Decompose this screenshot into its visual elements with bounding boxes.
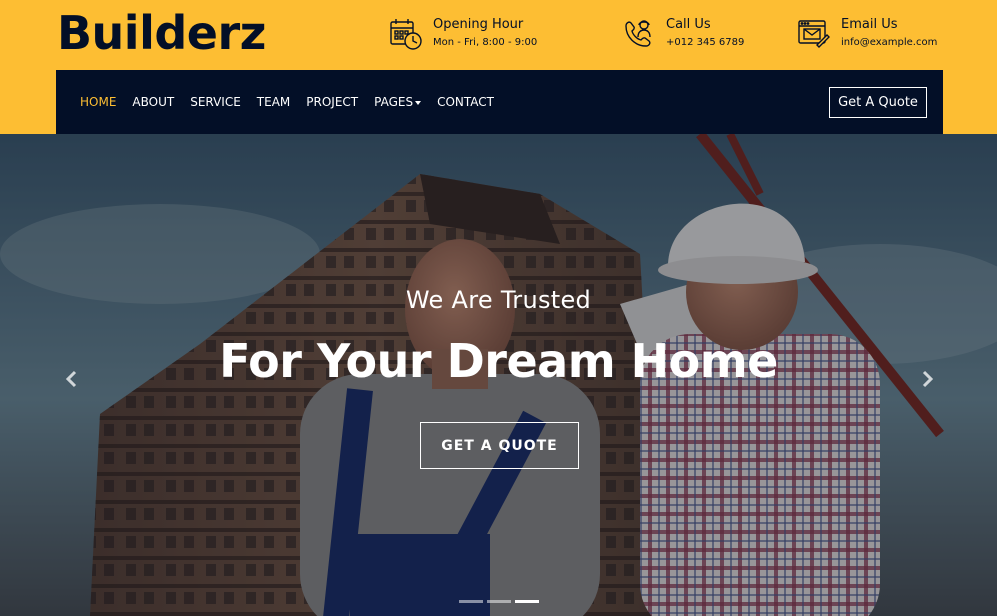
nav-item-pages-label: PAGES bbox=[374, 95, 414, 109]
call-us-title: Call Us bbox=[666, 17, 711, 32]
nav-item-contact[interactable]: CONTACT bbox=[437, 95, 494, 109]
carousel-indicator-2[interactable] bbox=[487, 600, 511, 603]
hero-get-quote-button[interactable]: GET A QUOTE bbox=[420, 422, 579, 469]
opening-hour-title: Opening Hour bbox=[433, 17, 524, 32]
call-us-phone[interactable]: +012 345 6789 bbox=[666, 33, 744, 53]
email-us-title: Email Us bbox=[841, 17, 898, 32]
nav-item-service[interactable]: SERVICE bbox=[190, 95, 241, 109]
call-support-icon bbox=[625, 20, 651, 47]
carousel-indicator-1[interactable] bbox=[459, 600, 483, 603]
brand-logo[interactable]: Builderz bbox=[57, 6, 266, 60]
opening-hour-info: Opening Hour Mon - Fri, 8:00 - 9:00 bbox=[389, 16, 537, 53]
calendar-clock-icon bbox=[390, 19, 422, 50]
opening-hour-detail: Mon - Fri, 8:00 - 9:00 bbox=[433, 37, 538, 48]
nav-menu: HOME ABOUT SERVICE TEAM PROJECT PAGES CO… bbox=[80, 70, 510, 134]
nav-item-pages-dropdown[interactable]: PAGES bbox=[374, 95, 422, 109]
get-quote-button[interactable]: Get A Quote bbox=[829, 87, 927, 118]
email-browser-icon bbox=[798, 20, 830, 48]
call-us-info: Call Us +012 345 6789 bbox=[622, 16, 744, 53]
email-us-address[interactable]: info@example.com bbox=[841, 33, 937, 53]
nav-item-home[interactable]: HOME bbox=[80, 95, 116, 109]
email-us-info: Email Us info@example.com bbox=[797, 16, 937, 53]
chevron-right-icon[interactable] bbox=[919, 370, 935, 388]
hero-subtitle: We Are Trusted bbox=[405, 286, 592, 314]
caret-down-icon bbox=[415, 100, 422, 105]
hero-title: For Your Dream Home bbox=[219, 334, 778, 388]
hero-carousel: We Are Trusted For Your Dream Home GET A… bbox=[0, 134, 997, 616]
nav-item-about[interactable]: ABOUT bbox=[132, 95, 174, 109]
nav-item-project[interactable]: PROJECT bbox=[306, 95, 358, 109]
carousel-indicators bbox=[459, 600, 543, 603]
chevron-left-icon[interactable] bbox=[64, 370, 80, 388]
nav-item-team[interactable]: TEAM bbox=[257, 95, 290, 109]
main-navbar: HOME ABOUT SERVICE TEAM PROJECT PAGES CO… bbox=[56, 70, 943, 134]
carousel-indicator-3[interactable] bbox=[515, 600, 539, 603]
